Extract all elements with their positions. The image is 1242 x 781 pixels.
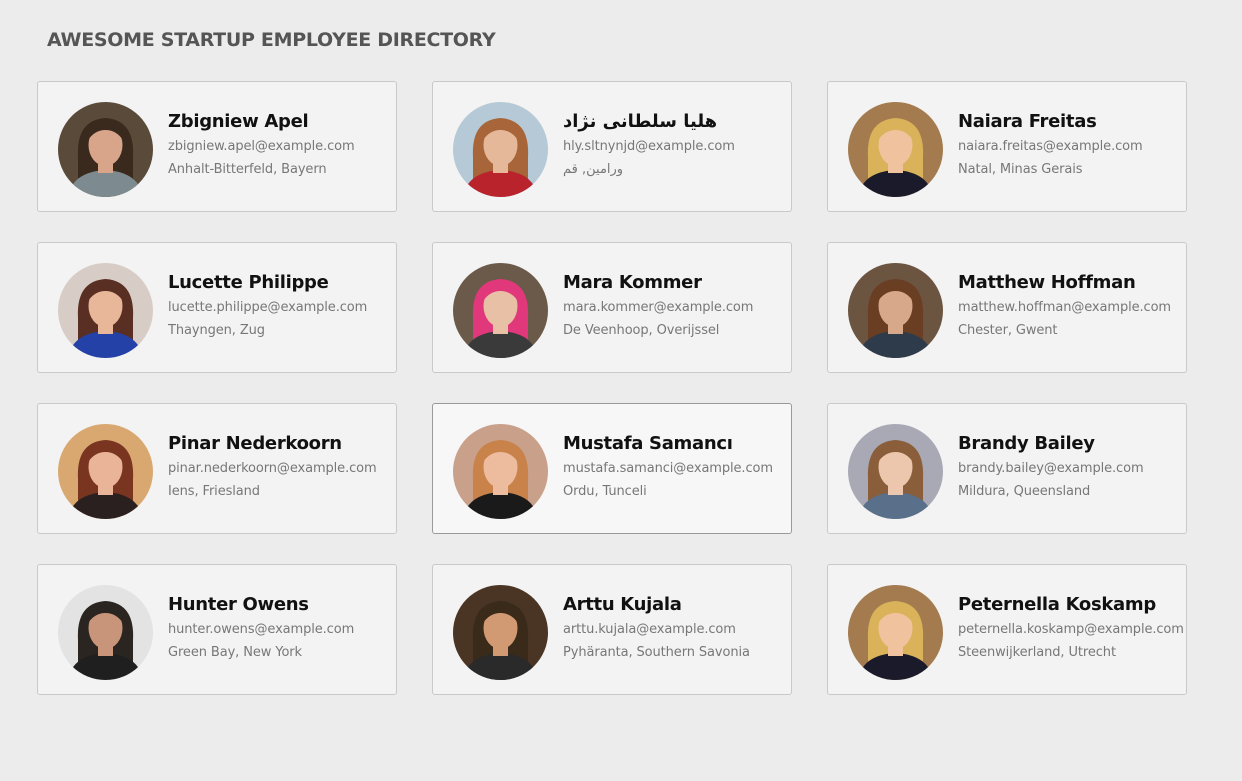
employee-name: Naiara Freitas — [958, 111, 1097, 132]
avatar — [453, 263, 548, 358]
employee-card[interactable]: Matthew Hoffman matthew.hoffman@example.… — [827, 242, 1187, 373]
employee-email: hly.sltnynjd@example.com — [563, 139, 735, 154]
avatar — [848, 263, 943, 358]
avatar — [58, 102, 153, 197]
employee-card[interactable]: Mustafa Samancı mustafa.samanci@example.… — [432, 403, 792, 534]
employee-location: Green Bay, New York — [168, 645, 302, 660]
employee-email: brandy.bailey@example.com — [958, 461, 1144, 476]
employee-info: Lucette Philippe lucette.philippe@exampl… — [168, 271, 396, 340]
employee-card[interactable]: Hunter Owens hunter.owens@example.com Gr… — [37, 564, 397, 695]
avatar-photo — [453, 585, 548, 680]
employee-email: mara.kommer@example.com — [563, 300, 754, 315]
employee-email: pinar.nederkoorn@example.com — [168, 461, 377, 476]
employee-card[interactable]: Zbigniew Apel zbigniew.apel@example.com … — [37, 81, 397, 212]
employee-info: Peternella Koskamp peternella.koskamp@ex… — [958, 593, 1186, 662]
avatar-photo — [848, 424, 943, 519]
avatar-photo — [58, 424, 153, 519]
employee-card[interactable]: Pinar Nederkoorn pinar.nederkoorn@exampl… — [37, 403, 397, 534]
avatar — [58, 424, 153, 519]
employee-location: Thayngen, Zug — [168, 323, 265, 338]
avatar-photo — [58, 263, 153, 358]
employee-info: Zbigniew Apel zbigniew.apel@example.com … — [168, 110, 396, 179]
employee-card[interactable]: Arttu Kujala arttu.kujala@example.com Py… — [432, 564, 792, 695]
avatar-photo — [848, 263, 943, 358]
employee-info: هليا سلطانی نژاد hly.sltnynjd@example.co… — [563, 110, 791, 179]
avatar-photo — [453, 102, 548, 197]
avatar — [848, 585, 943, 680]
avatar — [848, 102, 943, 197]
employee-location: Anhalt-Bitterfeld, Bayern — [168, 162, 327, 177]
employee-info: Brandy Bailey brandy.bailey@example.com … — [958, 432, 1186, 501]
employee-email: peternella.koskamp@example.com — [958, 622, 1184, 637]
employee-name: Zbigniew Apel — [168, 111, 309, 132]
employee-name: Pinar Nederkoorn — [168, 433, 342, 454]
avatar-photo — [848, 102, 943, 197]
employee-name: Hunter Owens — [168, 594, 309, 615]
employee-card[interactable]: Peternella Koskamp peternella.koskamp@ex… — [827, 564, 1187, 695]
employee-email: lucette.philippe@example.com — [168, 300, 368, 315]
employee-info: Mustafa Samancı mustafa.samanci@example.… — [563, 432, 791, 501]
employee-name: Peternella Koskamp — [958, 594, 1156, 615]
employee-name: Matthew Hoffman — [958, 272, 1136, 293]
avatar — [58, 263, 153, 358]
avatar — [848, 424, 943, 519]
employee-card[interactable]: Mara Kommer mara.kommer@example.com De V… — [432, 242, 792, 373]
employee-card[interactable]: Naiara Freitas naiara.freitas@example.co… — [827, 81, 1187, 212]
avatar-photo — [58, 585, 153, 680]
employee-card[interactable]: Brandy Bailey brandy.bailey@example.com … — [827, 403, 1187, 534]
employee-info: Hunter Owens hunter.owens@example.com Gr… — [168, 593, 396, 662]
employee-location: De Veenhoop, Overijssel — [563, 323, 720, 338]
employee-location: Steenwijkerland, Utrecht — [958, 645, 1116, 660]
employee-location: ورامین, قم — [563, 162, 624, 177]
employee-info: Naiara Freitas naiara.freitas@example.co… — [958, 110, 1186, 179]
avatar — [453, 102, 548, 197]
employee-email: matthew.hoffman@example.com — [958, 300, 1171, 315]
employee-name: Mustafa Samancı — [563, 433, 733, 454]
employee-info: Matthew Hoffman matthew.hoffman@example.… — [958, 271, 1186, 340]
avatar — [58, 585, 153, 680]
employee-name: هليا سلطانی نژاد — [563, 111, 718, 132]
employee-location: Natal, Minas Gerais — [958, 162, 1083, 177]
employee-info: Mara Kommer mara.kommer@example.com De V… — [563, 271, 791, 340]
employee-name: Mara Kommer — [563, 272, 702, 293]
employee-location: Mildura, Queensland — [958, 484, 1091, 499]
employee-name: Lucette Philippe — [168, 272, 329, 293]
employee-email: naiara.freitas@example.com — [958, 139, 1143, 154]
directory-page: AWESOME STARTUP EMPLOYEE DIRECTORY Zbign… — [0, 0, 1242, 781]
employee-location: Pyhäranta, Southern Savonia — [563, 645, 750, 660]
avatar-photo — [453, 424, 548, 519]
employee-email: mustafa.samanci@example.com — [563, 461, 773, 476]
avatar-photo — [453, 263, 548, 358]
employee-card[interactable]: هليا سلطانی نژاد hly.sltnynjd@example.co… — [432, 81, 792, 212]
employee-name: Arttu Kujala — [563, 594, 682, 615]
employee-email: hunter.owens@example.com — [168, 622, 355, 637]
avatar — [453, 424, 548, 519]
avatar-photo — [848, 585, 943, 680]
employee-location: Chester, Gwent — [958, 323, 1058, 338]
employee-location: Ordu, Tunceli — [563, 484, 647, 499]
employee-email: zbigniew.apel@example.com — [168, 139, 355, 154]
employee-name: Brandy Bailey — [958, 433, 1095, 454]
employee-email: arttu.kujala@example.com — [563, 622, 736, 637]
employee-card[interactable]: Lucette Philippe lucette.philippe@exampl… — [37, 242, 397, 373]
page-title: AWESOME STARTUP EMPLOYEE DIRECTORY — [47, 29, 496, 51]
avatar — [453, 585, 548, 680]
employee-info: Arttu Kujala arttu.kujala@example.com Py… — [563, 593, 791, 662]
employee-grid: Zbigniew Apel zbigniew.apel@example.com … — [37, 81, 1187, 695]
avatar-photo — [58, 102, 153, 197]
employee-location: Iens, Friesland — [168, 484, 260, 499]
employee-info: Pinar Nederkoorn pinar.nederkoorn@exampl… — [168, 432, 396, 501]
